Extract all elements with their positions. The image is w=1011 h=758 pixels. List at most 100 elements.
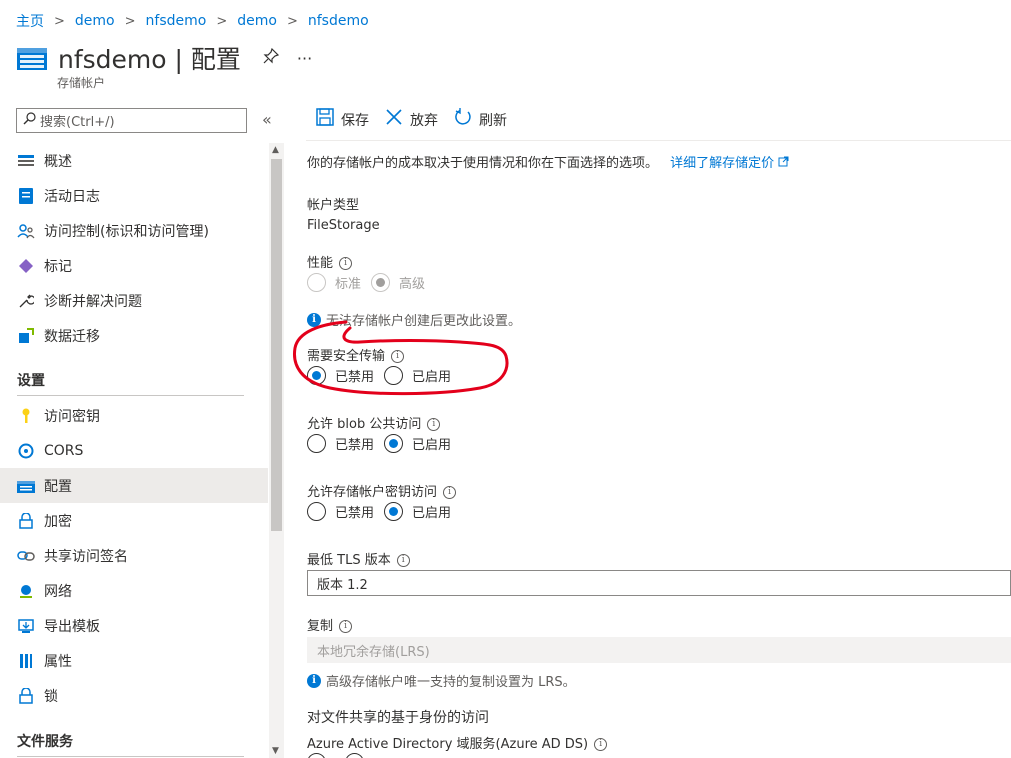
pricing-link[interactable]: 详细了解存储定价 [670,156,789,171]
storage-account-icon [17,48,47,70]
info-icon[interactable]: i [594,738,608,751]
activity-log-icon [17,187,35,205]
command-bar: 保存 放弃 刷新 [316,108,523,131]
account-type-label: 帐户类型 [307,198,360,213]
replication-note: i 高级存储帐户唯一支持的复制设置为 LRS。 [307,671,576,690]
close-icon [385,108,403,131]
sidebar-item-label: 诊断并解决问题 [44,293,142,310]
breadcrumb-nfsdemo-2[interactable]: nfsdemo [308,13,369,29]
sidebar-item-data-migration[interactable]: 数据迁移 [0,318,268,353]
collapse-sidebar-button[interactable]: « [262,110,272,129]
sidebar-item-label: 活动日志 [44,188,100,205]
scroll-down-arrow-icon[interactable]: ▼ [272,746,279,756]
page-subtitle: 存储帐户 [57,76,106,90]
overview-icon [17,152,35,170]
replication-dropdown: 本地冗余存储(LRS) [307,637,1011,663]
page-title: nfsdemo | 配置 [58,45,241,74]
secure-transfer-label: 需要安全传输 i [307,345,405,364]
pin-icon[interactable] [263,47,280,68]
breadcrumb-home[interactable]: 主页 [16,11,44,31]
discard-button[interactable]: 放弃 [385,108,438,131]
info-icon[interactable]: i [396,554,410,567]
sidebar-item-properties[interactable]: 属性 [0,643,268,678]
cors-icon [17,442,35,460]
info-icon[interactable]: i [427,418,441,431]
breadcrumb-separator: > [54,13,65,29]
pricing-intro: 你的存储帐户的成本取决于使用情况和你在下面选择的选项。 详细了解存储定价 [307,152,789,171]
performance-label: 性能 i [307,252,353,271]
refresh-button[interactable]: 刷新 [454,108,507,131]
sidebar: 概述 活动日志 访问控制(标识和访问管理) 标记 诊断并解决问题 数据迁移 设置… [0,143,268,758]
save-icon [316,108,334,131]
sidebar-item-label: 导出模板 [44,618,100,635]
save-label: 保存 [341,112,369,129]
info-icon[interactable]: i [339,620,353,633]
more-options-icon[interactable]: ··· [297,49,312,68]
tls-version-dropdown[interactable]: 版本 1.2 [307,570,1011,596]
sidebar-item-label: 网络 [44,583,72,600]
sidebar-item-label: 共享访问签名 [44,548,128,565]
sidebar-item-encryption[interactable]: 加密 [0,503,268,538]
breadcrumb-demo[interactable]: demo [75,13,115,29]
info-icon[interactable]: i [339,257,353,270]
sidebar-item-label: 锁 [44,688,58,705]
aad-ds-disabled-radio[interactable] [307,753,335,758]
aad-ds-label: Azure Active Directory 域服务(Azure AD DS) i [307,733,608,752]
config-icon [17,477,35,495]
page-header: nfsdemo | 配置 ··· [16,40,312,76]
replication-label: 复制 i [307,615,353,634]
key-access-radio-group: 已禁用 已启用 [307,502,461,521]
sidebar-item-iam[interactable]: 访问控制(标识和访问管理) [0,213,268,248]
key-access-label: 允许存储帐户密钥访问 i [307,481,457,500]
secure-transfer-disabled-radio[interactable]: 已禁用 [307,366,374,385]
lock-icon [17,687,35,705]
sidebar-item-diagnose[interactable]: 诊断并解决问题 [0,283,268,318]
search-input[interactable]: 搜索(Ctrl+/) [16,108,247,133]
performance-premium-radio[interactable]: 高级 [371,273,425,292]
sidebar-item-shared-access-signature[interactable]: 共享访问签名 [0,538,268,573]
scroll-up-arrow-icon[interactable]: ▲ [272,145,279,155]
sidebar-item-networking[interactable]: 网络 [0,573,268,608]
key-access-disabled-radio[interactable]: 已禁用 [307,502,374,521]
info-filled-icon: i [307,312,321,327]
sidebar-item-configuration[interactable]: 配置 [0,468,268,503]
performance-standard-radio[interactable]: 标准 [307,273,361,292]
link-icon [17,547,35,565]
breadcrumb-demo-2[interactable]: demo [237,13,277,29]
blob-public-access-radio-group: 已禁用 已启用 [307,434,461,453]
refresh-icon [454,108,472,131]
performance-radio-group: 标准 高级 [307,273,435,292]
breadcrumb-separator: > [124,13,136,29]
sidebar-item-export-template[interactable]: 导出模板 [0,608,268,643]
blob-public-disabled-radio[interactable]: 已禁用 [307,434,374,453]
sidebar-item-label: 访问密钥 [44,408,100,425]
sidebar-item-tags[interactable]: 标记 [0,248,268,283]
section-file-service: 文件服务 [17,734,73,750]
scrollbar-thumb[interactable] [271,159,282,531]
info-filled-icon: i [307,673,321,688]
section-divider [17,395,244,396]
breadcrumb-separator: > [216,13,228,29]
sidebar-item-locks[interactable]: 锁 [0,678,268,713]
info-icon[interactable]: i [443,486,457,499]
export-icon [17,617,35,635]
save-button[interactable]: 保存 [316,108,369,131]
aad-ds-enabled-radio[interactable] [345,753,373,758]
blob-public-access-label: 允许 blob 公共访问 i [307,413,441,432]
sidebar-scrollbar[interactable]: ▲ ▼ [269,143,284,758]
sidebar-item-cors[interactable]: CORS [0,433,268,468]
info-icon[interactable]: i [391,350,405,363]
sidebar-item-activity-log[interactable]: 活动日志 [0,178,268,213]
identity-access-heading: 对文件共享的基于身份的访问 [307,710,489,726]
blob-public-enabled-radio[interactable]: 已启用 [384,434,451,453]
sidebar-item-access-keys[interactable]: 访问密钥 [0,398,268,433]
breadcrumb-nfsdemo[interactable]: nfsdemo [146,13,207,29]
sidebar-item-label: 数据迁移 [44,328,100,345]
secure-transfer-enabled-radio[interactable]: 已启用 [384,366,451,385]
key-access-enabled-radio[interactable]: 已启用 [384,502,451,521]
search-icon [23,112,36,129]
sidebar-item-overview[interactable]: 概述 [0,143,268,178]
search-placeholder: 搜索(Ctrl+/) [40,115,115,130]
sidebar-item-label: 访问控制(标识和访问管理) [44,223,209,240]
sidebar-item-label: 加密 [44,513,72,530]
